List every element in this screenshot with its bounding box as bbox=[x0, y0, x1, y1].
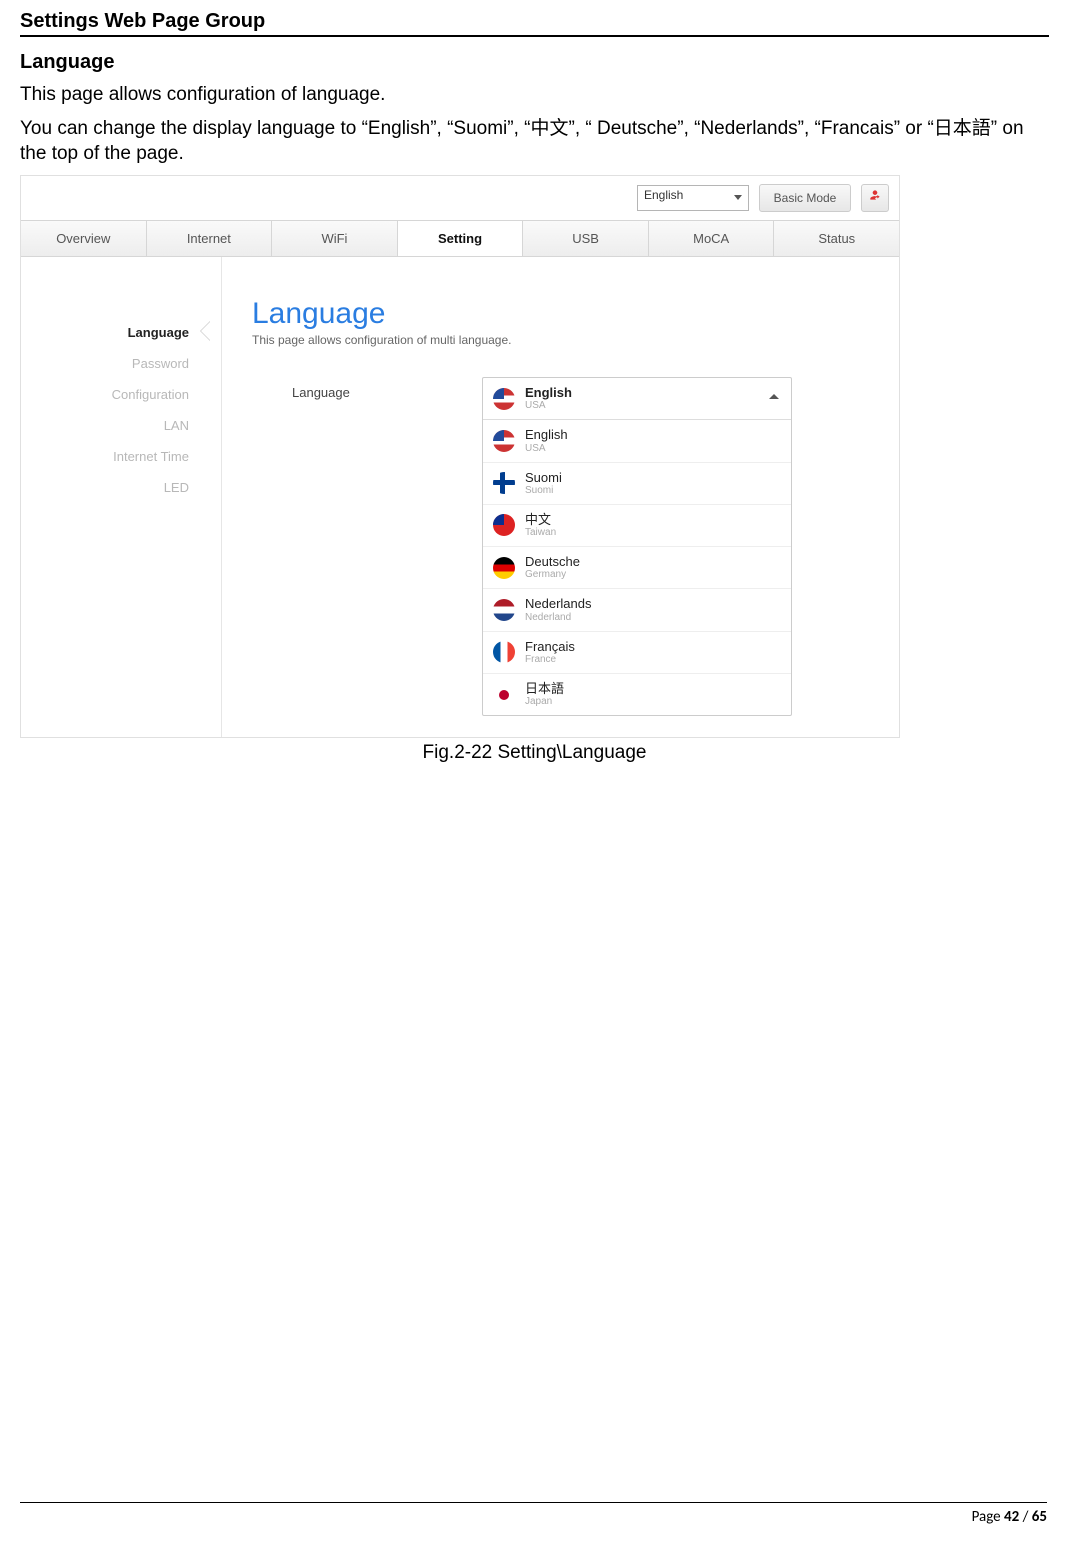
footer-prefix: Page bbox=[972, 1508, 1004, 1526]
content-title: Language bbox=[252, 297, 879, 331]
screenshot-body: Language Password Configuration LAN Inte… bbox=[21, 257, 899, 737]
sidebar-item-configuration[interactable]: Configuration bbox=[21, 379, 201, 410]
content-subtitle: This page allows configuration of multi … bbox=[252, 333, 879, 347]
tab-usb[interactable]: USB bbox=[523, 221, 649, 256]
flag-france-icon bbox=[493, 641, 515, 663]
flag-taiwan-icon bbox=[493, 514, 515, 536]
language-option-deutsche[interactable]: Deutsche Germany bbox=[483, 547, 791, 589]
language-field-row: Language English USA English bbox=[252, 377, 879, 716]
selected-language-sub: USA bbox=[525, 400, 572, 411]
chevron-down-icon bbox=[734, 195, 742, 200]
language-dropdown[interactable]: English USA English USA bbox=[482, 377, 792, 716]
language-option-chinese[interactable]: 中文 Taiwan bbox=[483, 505, 791, 547]
top-bar: English Basic Mode bbox=[21, 176, 899, 220]
flag-usa-icon bbox=[493, 430, 515, 452]
language-option-nederlands[interactable]: Nederlands Nederland bbox=[483, 589, 791, 631]
chevron-up-icon bbox=[769, 394, 779, 399]
language-option-japanese[interactable]: 日本語 Japan bbox=[483, 674, 791, 715]
language-option-english[interactable]: English USA bbox=[483, 420, 791, 462]
basic-mode-button[interactable]: Basic Mode bbox=[759, 184, 851, 212]
flag-finland-icon bbox=[493, 472, 515, 494]
section-heading: Language bbox=[20, 51, 1049, 74]
logout-icon bbox=[868, 188, 882, 207]
selected-language-name: English bbox=[525, 386, 572, 400]
basic-mode-label: Basic Mode bbox=[774, 191, 837, 205]
tab-moca[interactable]: MoCA bbox=[649, 221, 775, 256]
footer-total-pages: 65 bbox=[1032, 1508, 1047, 1526]
tab-internet[interactable]: Internet bbox=[147, 221, 273, 256]
language-field-label: Language bbox=[252, 377, 482, 400]
logout-button[interactable] bbox=[861, 184, 889, 212]
language-option-suomi[interactable]: Suomi Suomi bbox=[483, 463, 791, 505]
sidebar-item-led[interactable]: LED bbox=[21, 472, 201, 503]
intro-paragraph-2: You can change the display language to “… bbox=[20, 116, 1049, 167]
footer-page-number: 42 bbox=[1004, 1508, 1019, 1526]
tab-wifi[interactable]: WiFi bbox=[272, 221, 398, 256]
figure-caption: Fig.2-22 Setting\Language bbox=[20, 742, 1049, 764]
flag-germany-icon bbox=[493, 557, 515, 579]
flag-usa-icon bbox=[493, 388, 515, 410]
tab-setting[interactable]: Setting bbox=[398, 221, 524, 256]
intro-paragraph-1: This page allows configuration of langua… bbox=[20, 82, 1049, 108]
page-footer: Page 42 / 65 bbox=[972, 1508, 1047, 1526]
content-area: Language This page allows configuration … bbox=[221, 257, 899, 737]
main-nav-tabs: Overview Internet WiFi Setting USB MoCA … bbox=[21, 220, 899, 257]
sidebar-item-password[interactable]: Password bbox=[21, 348, 201, 379]
page-heading: Settings Web Page Group bbox=[20, 10, 1049, 37]
footer-separator: / bbox=[1019, 1508, 1032, 1526]
screenshot-frame: English Basic Mode Overview Internet WiF… bbox=[20, 175, 900, 738]
language-dropdown-selected[interactable]: English USA bbox=[483, 378, 791, 420]
language-option-francais[interactable]: Français France bbox=[483, 632, 791, 674]
flag-netherlands-icon bbox=[493, 599, 515, 621]
sidebar-item-internet-time[interactable]: Internet Time bbox=[21, 441, 201, 472]
settings-sidebar: Language Password Configuration LAN Inte… bbox=[21, 257, 221, 737]
flag-japan-icon bbox=[493, 684, 515, 706]
tab-status[interactable]: Status bbox=[774, 221, 899, 256]
sidebar-item-language[interactable]: Language bbox=[21, 317, 201, 348]
language-top-select-value: English bbox=[644, 188, 683, 202]
tab-overview[interactable]: Overview bbox=[21, 221, 147, 256]
sidebar-item-lan[interactable]: LAN bbox=[21, 410, 201, 441]
language-top-select[interactable]: English bbox=[637, 185, 749, 211]
